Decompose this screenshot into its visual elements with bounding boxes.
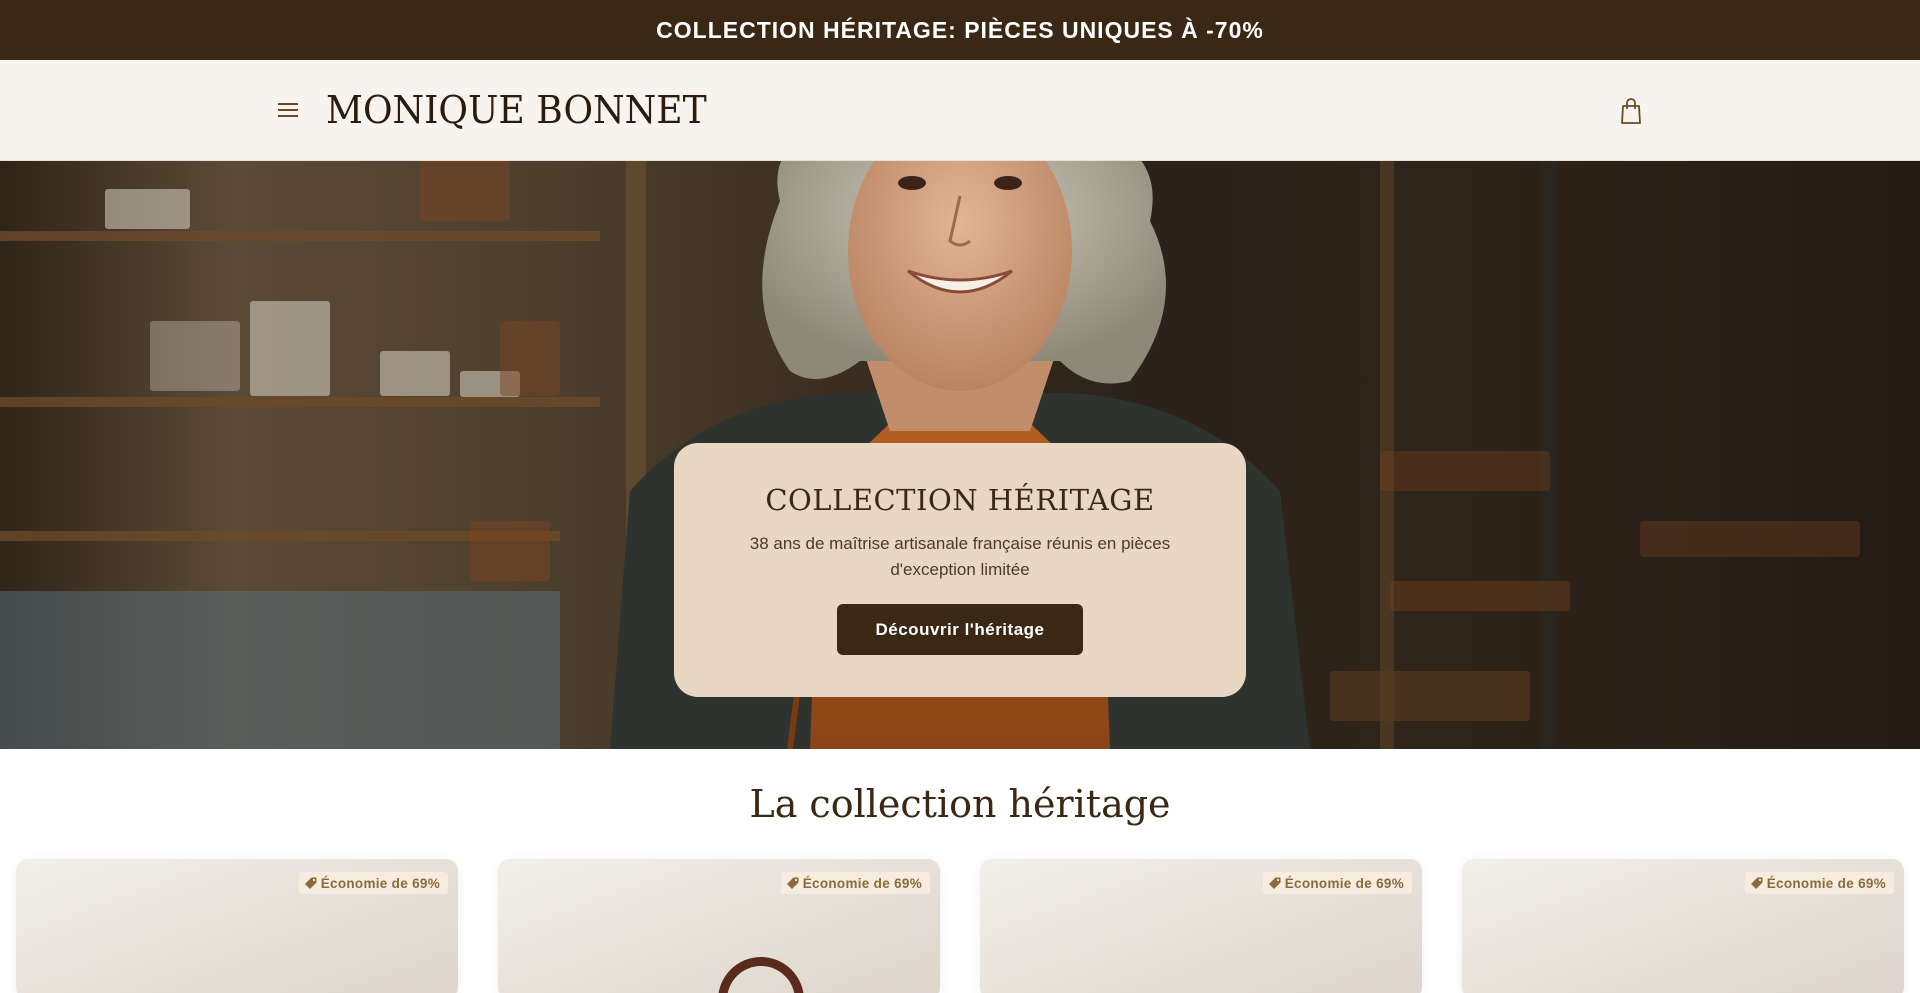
section-title: La collection héritage xyxy=(749,782,1171,826)
discount-badge: Économie de 69% xyxy=(1262,872,1412,894)
hero-banner: COLLECTION HÉRITAGE 38 ans de maîtrise a… xyxy=(0,161,1920,749)
announcement-bar: COLLECTION HÉRITAGE: PIÈCES UNIQUES À -7… xyxy=(0,0,1920,60)
discount-badge-label: Économie de 69% xyxy=(802,875,922,891)
shopping-bag-icon[interactable] xyxy=(1619,97,1643,125)
discount-badge: Économie de 69% xyxy=(1744,872,1894,894)
product-card[interactable]: Économie de 69% xyxy=(498,859,940,993)
price-tag-icon xyxy=(304,877,317,889)
discount-badge: Économie de 69% xyxy=(780,872,930,894)
hero-card: COLLECTION HÉRITAGE 38 ans de maîtrise a… xyxy=(674,443,1246,697)
hamburger-menu-icon[interactable] xyxy=(276,98,300,122)
product-card[interactable]: Économie de 69% xyxy=(980,859,1422,993)
discover-heritage-button[interactable]: Découvrir l'héritage xyxy=(837,604,1083,655)
product-card[interactable]: Économie de 69% xyxy=(16,859,458,993)
brand-logo[interactable]: MONIQUE BONNET xyxy=(326,88,707,132)
price-tag-icon xyxy=(1750,877,1763,889)
bag-handle-image xyxy=(718,957,804,993)
discount-badge: Économie de 69% xyxy=(298,872,448,894)
discount-badge-label: Économie de 69% xyxy=(1766,875,1886,891)
site-header: MONIQUE BONNET xyxy=(0,60,1920,161)
product-card[interactable]: Économie de 69% xyxy=(1462,859,1904,993)
hero-title: COLLECTION HÉRITAGE xyxy=(765,483,1155,517)
price-tag-icon xyxy=(786,877,799,889)
discount-badge-label: Économie de 69% xyxy=(1284,875,1404,891)
announcement-text: COLLECTION HÉRITAGE: PIÈCES UNIQUES À -7… xyxy=(656,16,1264,43)
hero-subtitle: 38 ans de maîtrise artisanale française … xyxy=(749,534,1171,579)
discount-badge-label: Économie de 69% xyxy=(320,875,440,891)
price-tag-icon xyxy=(1268,877,1281,889)
